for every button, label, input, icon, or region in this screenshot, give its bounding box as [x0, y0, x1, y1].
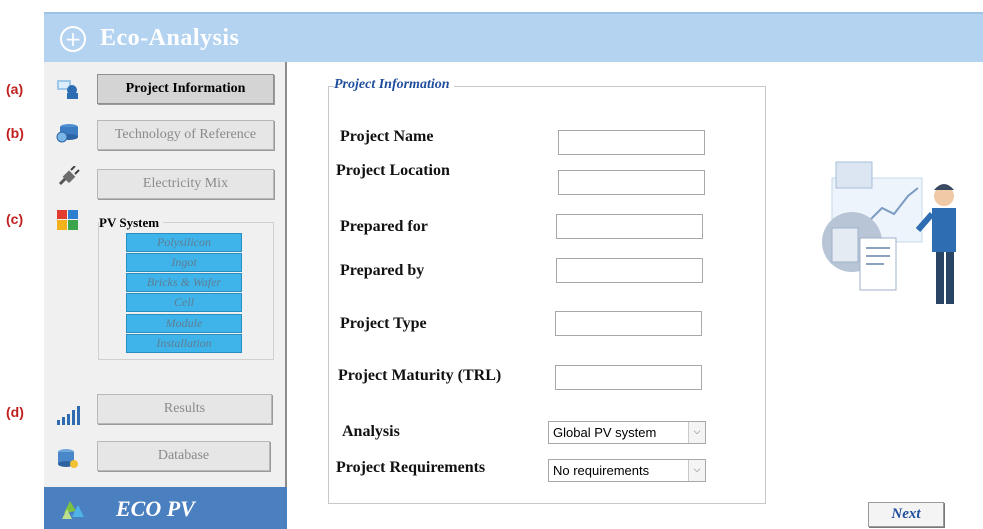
brand-bar: ECO PV [44, 487, 287, 529]
pv-step-module[interactable]: Module [126, 314, 242, 333]
analysis-select[interactable]: Global PV system ⌵ [548, 421, 706, 444]
pv-step-cell[interactable]: Cell [126, 293, 242, 312]
field-label-project-type: Project Type [340, 315, 427, 332]
project-maturity-input[interactable] [555, 365, 702, 390]
annotation-d: (d) [6, 404, 24, 420]
pv-system-label: PV System [99, 215, 164, 231]
field-label-project-name: Project Name [340, 128, 434, 145]
nav-results[interactable]: Results [97, 394, 272, 424]
prepared-by-input[interactable] [556, 258, 703, 283]
field-label-project-location: Project Location [336, 162, 450, 179]
chevron-down-icon[interactable]: ⌵ [688, 460, 705, 481]
field-label-prepared-for: Prepared for [340, 218, 428, 235]
requirements-select[interactable]: No requirements ⌵ [548, 459, 706, 482]
field-label-project-requirements: Project Requirements [336, 459, 486, 476]
nav-project-information[interactable]: Project Information [97, 74, 274, 104]
project-name-input[interactable] [558, 130, 705, 155]
annotation-c: (c) [6, 211, 24, 227]
field-label-project-maturity: Project Maturity (TRL) [338, 367, 502, 384]
title-bar: + Eco-Analysis [44, 12, 983, 62]
pv-step-polysilicon[interactable]: Polysilicon [126, 233, 242, 252]
field-label-prepared-by: Prepared by [340, 262, 425, 279]
nav-technology-of-reference[interactable]: Technology of Reference [97, 120, 274, 150]
project-icon [57, 80, 78, 99]
project-location-input[interactable] [558, 170, 705, 195]
nav-database[interactable]: Database [97, 441, 270, 471]
nav-electricity-mix[interactable]: Electricity Mix [97, 169, 274, 199]
annotation-b: (b) [6, 125, 24, 141]
next-button[interactable]: Next [868, 502, 944, 527]
field-label-analysis: Analysis [342, 423, 400, 440]
plug-icon [58, 166, 80, 186]
project-type-input[interactable] [555, 311, 702, 336]
annotation-a: (a) [6, 81, 24, 97]
bar-chart-icon [57, 406, 80, 425]
brand-name: ECO PV [116, 496, 195, 521]
database-icon [56, 124, 78, 143]
chevron-down-icon[interactable]: ⌵ [688, 422, 705, 443]
pv-step-bricks-wafer[interactable]: Bricks & Wafer [126, 273, 242, 292]
plus-circle-icon[interactable]: + [60, 26, 86, 52]
app-title: Eco-Analysis [100, 25, 240, 51]
pv-step-installation[interactable]: Installation [126, 334, 242, 353]
analyst-illustration [822, 161, 956, 304]
pv-step-ingot[interactable]: Ingot [126, 253, 242, 272]
database-stack-icon [58, 449, 78, 468]
analysis-select-value: Global PV system [553, 425, 657, 440]
prepared-for-input[interactable] [556, 214, 703, 239]
recycle-icon [62, 501, 84, 519]
pv-system-group: PV System Polysilicon Ingot Bricks & Waf… [98, 215, 274, 360]
puzzle-icon [57, 210, 78, 230]
requirements-select-value: No requirements [553, 463, 650, 478]
form-legend: Project Information [334, 77, 454, 93]
